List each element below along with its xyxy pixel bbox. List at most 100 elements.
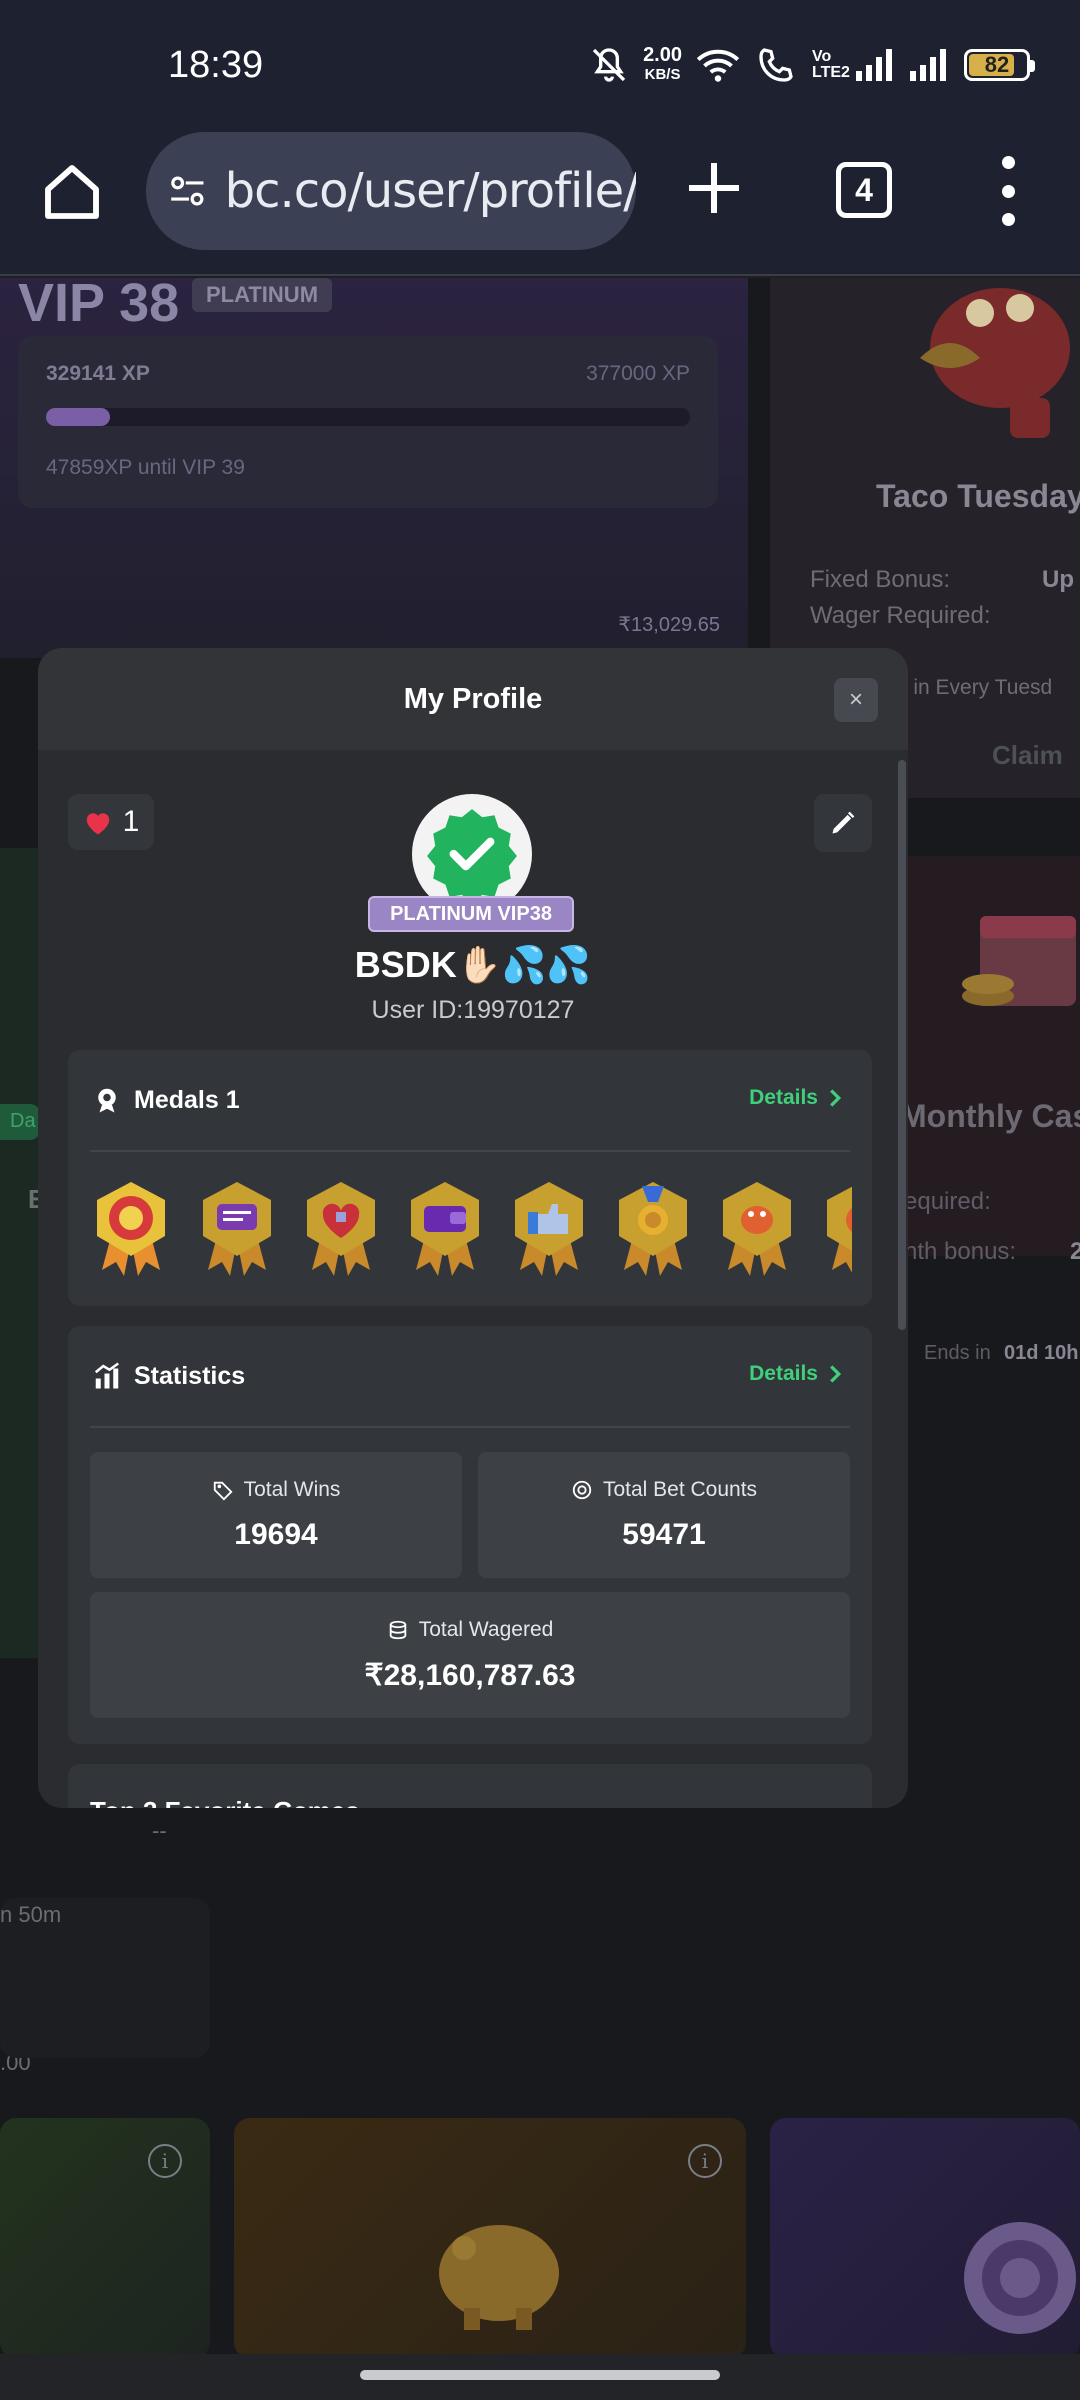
medal-4-icon[interactable] [404,1178,486,1278]
net-speed: 2.00 KB/S [643,44,682,83]
signal-icon [856,49,892,81]
xp-progress-bar [46,408,690,426]
verified-badge-icon [427,809,517,903]
tab-switcher-button[interactable]: 4 [836,162,892,218]
modal-scrollbar[interactable] [898,750,906,1808]
overflow-menu-icon[interactable] [990,156,1026,226]
vip-tier-tag: PLATINUM [192,278,333,312]
piggy-bank-illustration [439,2225,559,2330]
volte-label: Vo LTE2 [812,48,850,81]
like-count: 1 [122,805,140,838]
chevron-right-icon [830,1365,842,1383]
close-button[interactable]: × [834,678,878,722]
battery-icon: 82 [964,49,1035,81]
taco-fixed-bonus: Fixed Bonus: [810,566,951,593]
monthly-cash-title: Monthly Cash [900,1098,1080,1134]
status-icons: 2.00 KB/S Vo LTE2 82 [589,40,1035,90]
medal-2-icon[interactable] [196,1178,278,1278]
taco-fixed-value: Up [1042,566,1074,593]
medals-divider [90,1150,850,1152]
xp-target: 377000 XP [586,362,690,385]
total-bets-value: 59471 [622,1518,706,1551]
medal-5-icon[interactable] [508,1178,590,1278]
heart-icon [86,813,109,835]
url-text[interactable]: bc.co/user/profile/1997 [225,163,636,219]
total-wins-value: 19694 [234,1518,318,1551]
total-wagered-value: ₹28,160,787.63 [364,1659,576,1692]
total-bets-label: Total Bet Counts [478,1478,850,1502]
cash-bonus: nth bonus: [904,1238,1017,1265]
address-bar[interactable]: bc.co/user/profile/1997 [146,132,636,250]
favorite-games-title: Top 3 Favorite Games [90,1796,360,1808]
taco-title: Taco Tuesday [876,478,1080,514]
like-button[interactable]: 1 [68,794,154,850]
modal-title: My Profile [403,682,543,715]
new-tab-icon[interactable] [684,158,744,218]
wifi-icon [696,49,740,82]
profile-modal: My Profile × 1 PLATINUM VIP38 BSDK✋🏻💦💦 U… [38,648,908,1808]
target-illustration [964,2222,1076,2334]
cash-ends-value: 01d 10h [1004,1342,1079,1364]
xp-until: 47859XP until VIP 39 [46,456,245,479]
mute-icon [592,48,626,82]
medals-row[interactable] [90,1178,852,1282]
statistics-icon [94,1362,119,1389]
close-icon[interactable]: × [849,686,863,714]
signal-icon-2 [910,49,946,81]
left-daily-tag: Da [0,1104,40,1140]
statistics-title: Statistics [134,1361,246,1390]
cash-bonus-value: 2 [1070,1238,1080,1265]
chevron-right-icon [830,1089,842,1107]
left-card-strip [0,848,40,1658]
medal-3-icon[interactable] [300,1178,382,1278]
pencil-icon [832,811,855,834]
bottom-card-1: i [0,2118,210,2354]
total-wins-label: Total Wins [90,1478,462,1502]
medals-details-link[interactable]: Details [749,1086,842,1110]
taco-wager: Wager Required: [810,602,991,629]
username: BSDK✋🏻💦💦 [354,944,592,985]
wifi-calling-icon [759,48,793,82]
favorite-games-section: Top 3 Favorite Games [68,1764,872,1808]
home-icon[interactable] [40,160,104,224]
vip-level: VIP 38 [18,278,180,333]
site-settings-icon[interactable] [168,166,207,216]
total-wins-card: Total Wins 19694 [90,1452,462,1578]
info-icon[interactable]: i [688,2144,722,2178]
medal-1-icon[interactable] [90,1178,172,1278]
medal-6-icon[interactable] [612,1178,694,1278]
medal-7-icon[interactable] [716,1178,798,1278]
xp-box: 329141 XP 377000 XP 47859XP until VIP 39 [18,336,718,508]
xp-current: 329141 XP [46,362,150,385]
tag-icon [213,1481,233,1501]
cash-ends-label: Ends in [924,1342,991,1364]
medals-section: Medals 1 Details [68,1050,872,1306]
chip-icon [572,1480,592,1500]
taco-claim-button[interactable]: Claim [992,740,1063,771]
bottom-card-2: i [234,2118,746,2354]
vip-card: VIP 38 PLATINUM 329141 XP 377000 XP 4785… [0,278,748,658]
total-bets-card: Total Bet Counts 59471 [478,1452,850,1578]
home-indicator[interactable] [360,2370,720,2380]
medals-title: Medals 1 [134,1085,240,1114]
vip-amount: ₹13,029.65 [618,614,720,636]
statistics-section: Statistics Details Total Wins 19694 Tota… [68,1326,872,1744]
medal-8-icon[interactable] [820,1178,852,1278]
coins-icon [389,1620,406,1640]
info-icon[interactable]: i [148,2144,182,2178]
status-bar: 18:39 2.00 KB/S Vo LTE2 82 [0,0,1080,130]
xp-progress-fill [46,408,111,426]
edit-profile-button[interactable] [814,794,872,852]
cash-required: equired: [904,1188,991,1215]
medal-icon [98,1088,116,1113]
taco-dino-illustration [920,288,1070,438]
taco-note: m in Every Tuesd [890,676,1053,699]
scroll-thumb[interactable] [898,760,906,1330]
browser-toolbar: bc.co/user/profile/1997 4 [0,130,1080,276]
modal-header: My Profile × [38,648,908,750]
statistics-details-link[interactable]: Details [749,1362,842,1386]
timer-dash: -- [152,1818,167,1843]
timer-text: n 50m [0,1902,62,1927]
bottom-card-3 [770,2118,1080,2354]
calendar-coins-illustration [962,916,1076,1006]
